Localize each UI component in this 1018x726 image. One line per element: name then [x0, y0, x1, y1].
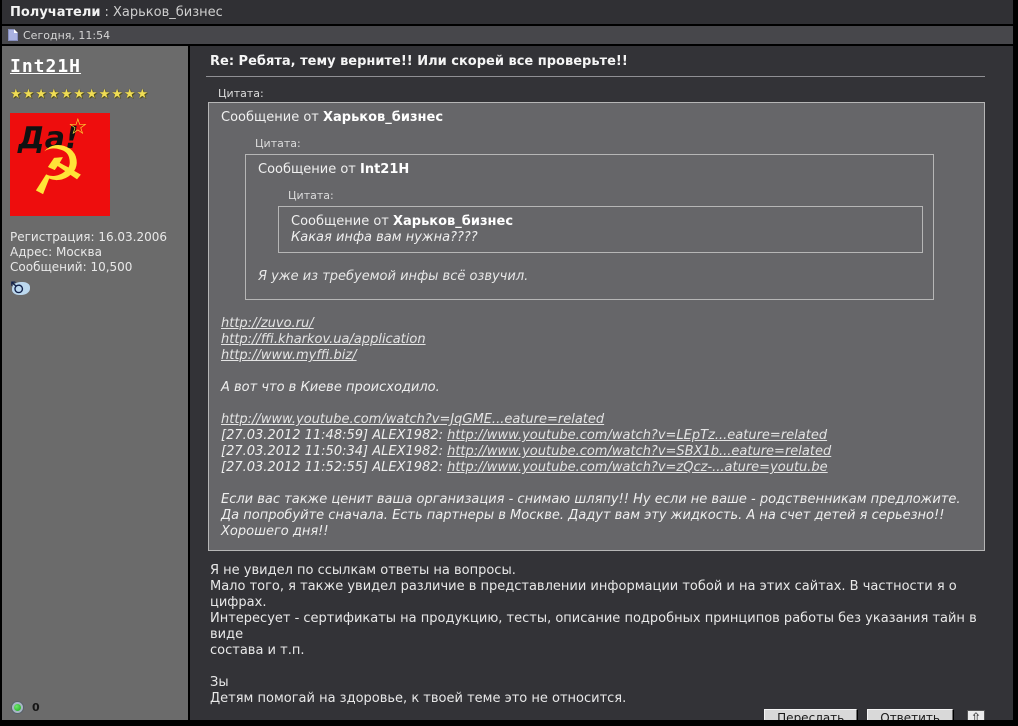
username-link[interactable]: Int21H	[10, 56, 180, 77]
youtube-link[interactable]: http://www.youtube.com/watch?v=zQcz-...a…	[447, 460, 828, 475]
youtube-link[interactable]: http://www.youtube.com/watch?v=JqGME...e…	[221, 412, 604, 427]
link-ffi-kharkov[interactable]: http://ffi.kharkov.ua/application	[221, 332, 426, 347]
message-page-icon	[8, 29, 18, 41]
message-date: Сегодня, 11:54	[23, 29, 110, 42]
chat-timestamp: [27.03.2012 11:48:59] ALEX1982:	[221, 428, 447, 443]
quoted-username: Харьков_бизнес	[393, 214, 513, 229]
user-avatar[interactable]: Да! ☆ ☭	[10, 113, 110, 216]
video-links: http://www.youtube.com/watch?v=JqGME...e…	[221, 412, 974, 476]
kiev-text: А вот что в Киеве происходило.	[221, 380, 974, 396]
post-body-text: Я не увидел по ссылкам ответы на вопросы…	[208, 563, 985, 707]
quoted-reply-text: Я уже из требуемой инфы всё озвучил.	[258, 269, 923, 285]
date-bar: Сегодня, 11:54	[2, 26, 1013, 46]
quote-header: Сообщение от Харьков_бизнес	[221, 110, 974, 126]
quoted-username: Int21H	[360, 162, 409, 177]
quote-closing-text: Если вас также ценит ваша организация - …	[221, 492, 974, 540]
title-divider	[206, 76, 985, 77]
quoted-text: Какая инфа вам нужна????	[291, 230, 912, 246]
quote-label: Цитата:	[288, 188, 923, 204]
quote-box-outer: Сообщение от Харьков_бизнес Цитата: Сооб…	[208, 102, 985, 551]
youtube-link[interactable]: http://www.youtube.com/watch?v=SBX1b...e…	[447, 444, 831, 459]
scroll-to-top-icon[interactable]: ⇧	[967, 710, 985, 726]
chat-timestamp: [27.03.2012 11:52:55] ALEX1982:	[221, 460, 447, 475]
site-links: http://zuvo.ru/ http://ffi.kharkov.ua/ap…	[221, 316, 974, 364]
recipients-bar: Получатели : Харьков_бизнес	[2, 0, 1013, 26]
post-title: Re: Ребята, тему верните!! Или скорей вс…	[208, 54, 985, 69]
quote-label: Цитата:	[255, 136, 974, 152]
user-address: Адрес: Москва	[10, 245, 180, 260]
attachment-count: 0	[32, 701, 40, 714]
chat-timestamp: [27.03.2012 11:50:34] ALEX1982:	[221, 444, 447, 459]
quote-header: Сообщение от Int21H	[258, 162, 923, 178]
pm-view-window: Получатели : Харьков_бизнес Сегодня, 11:…	[0, 0, 1018, 726]
forward-button[interactable]: Переслать	[764, 709, 857, 726]
recipients-value: : Харьков_бизнес	[105, 5, 223, 20]
registration-date: Регистрация: 16.03.2006	[10, 230, 180, 245]
message-content: Re: Ребята, тему верните!! Или скорей вс…	[190, 46, 1013, 720]
post-count: Сообщений: 10,500	[10, 260, 180, 275]
link-zuvo[interactable]: http://zuvo.ru/	[221, 316, 314, 331]
quote-box-middle: Сообщение от Int21H Цитата: Сообщение от…	[245, 154, 934, 300]
hammer-and-sickle-icon: ☭	[24, 135, 90, 206]
reputation-stars: ★★★★★★★★★★★	[10, 89, 180, 101]
online-status-icon	[12, 702, 23, 713]
male-gender-icon: ♂	[10, 279, 32, 297]
quote-label: Цитата:	[218, 87, 985, 100]
quoted-username: Харьков_бизнес	[323, 110, 443, 125]
link-myffi[interactable]: http://www.myffi.biz/	[221, 348, 357, 363]
quote-header: Сообщение от Харьков_бизнес	[291, 214, 912, 230]
action-bar: Переслать Ответить ⇧	[208, 707, 985, 726]
youtube-link[interactable]: http://www.youtube.com/watch?v=LEpTz...e…	[447, 428, 827, 443]
recipients-label: Получатели	[10, 5, 101, 20]
user-info-panel: Int21H ★★★★★★★★★★★ Да! ☆ ☭ Регистрация: …	[2, 46, 190, 720]
quote-box-inner: Сообщение от Харьков_бизнес Какая инфа в…	[278, 206, 923, 253]
reply-button[interactable]: Ответить	[867, 709, 953, 726]
